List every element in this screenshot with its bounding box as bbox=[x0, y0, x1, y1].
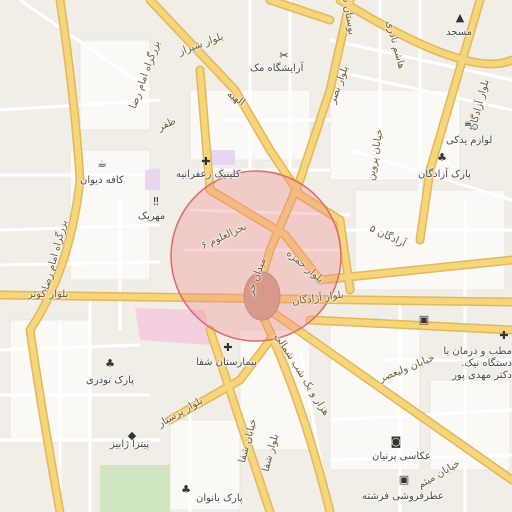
map-view[interactable]: بوستان ششم هاشم نادری ▲ مسجد بلوار شیراز… bbox=[0, 0, 512, 512]
poi-cafe-divan[interactable]: کافه دیوان bbox=[80, 176, 124, 186]
poi-clinic-dastgah[interactable]: مطب و درمان با دستگاه نیک. دکتر مهدی پور bbox=[442, 346, 512, 382]
poi-pizza[interactable]: پیتزا ژابیز bbox=[110, 440, 149, 450]
camera-icon[interactable]: ◙ bbox=[390, 436, 402, 448]
park-nodari-tree-icon[interactable]: ♣ bbox=[104, 358, 116, 370]
poi-beauty-salon[interactable]: آرایشگاه مک bbox=[250, 64, 303, 74]
poi-clinic-zaferanieh[interactable]: کلینیک زعفرانیه bbox=[176, 170, 241, 180]
tree-icon[interactable]: ♣ bbox=[436, 152, 448, 164]
clinic-dastgah-cross-icon[interactable]: ✚ bbox=[498, 330, 510, 342]
hospital-cross-icon[interactable]: ✚ bbox=[222, 342, 234, 354]
scissors-icon[interactable]: ✂ bbox=[278, 50, 290, 62]
poi-mehrik[interactable]: مهریک bbox=[138, 212, 165, 222]
poi-car-parts[interactable]: لوازم یدکی bbox=[446, 136, 492, 146]
park-banovan-tree-icon[interactable]: ♣ bbox=[180, 484, 192, 496]
clinic-area bbox=[210, 150, 235, 165]
poi-photo[interactable]: عکاسی پرنیان bbox=[372, 452, 431, 462]
mehrik-area bbox=[145, 168, 160, 190]
poi-park-banovan[interactable]: پارک بانوان bbox=[196, 494, 243, 504]
selection-radius-circle bbox=[170, 170, 342, 342]
poi-park-nodari[interactable]: پارک نودری bbox=[86, 376, 134, 386]
mosque-icon[interactable]: ▲ bbox=[454, 12, 466, 24]
poi-hospital-shafa[interactable]: بیمارستان شفا bbox=[196, 358, 257, 368]
street-label-kowsar: بلوار کوثر bbox=[28, 289, 69, 300]
shop-bag-icon[interactable]: ▣ bbox=[418, 314, 430, 326]
poi-mosque[interactable]: مسجد bbox=[446, 28, 472, 38]
poi-perfume[interactable]: عطرفروشی فرشته bbox=[362, 492, 444, 502]
park-banovan-area bbox=[100, 465, 170, 512]
restaurant-icon[interactable]: ‼ bbox=[150, 196, 162, 208]
clinic-cross-icon[interactable]: ✚ bbox=[200, 156, 212, 168]
coffee-cup-icon[interactable]: ☕ bbox=[96, 158, 108, 170]
map-canvas[interactable] bbox=[0, 0, 512, 512]
perfume-bag-icon[interactable]: ▣ bbox=[398, 474, 410, 486]
poi-park-azadegan[interactable]: پارک آزادگان bbox=[418, 170, 471, 180]
